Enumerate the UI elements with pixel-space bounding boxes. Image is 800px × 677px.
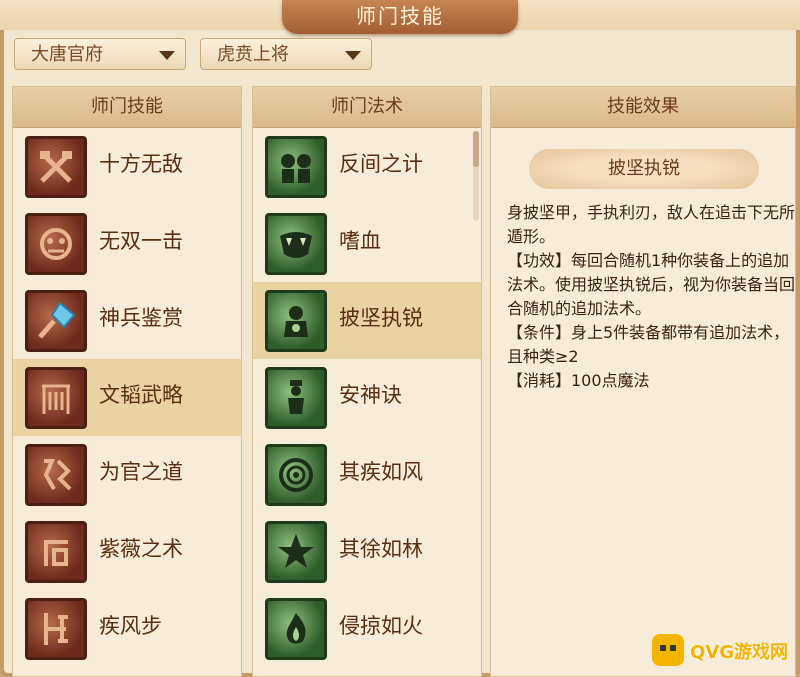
skill-item-3[interactable]: 神兵鉴赏 xyxy=(13,282,241,359)
spell-item-2[interactable]: 嗜血 xyxy=(253,205,481,282)
skill-item-label: 文韬武略 xyxy=(99,383,183,407)
spell-item-7[interactable]: 侵掠如火 xyxy=(253,590,481,667)
skill-item-label: 十方无敌 xyxy=(99,152,183,176)
spell-item-1[interactable]: 反间之计 xyxy=(253,128,481,205)
spell-item-4[interactable]: 安神诀 xyxy=(253,359,481,436)
site-watermark: QVG游戏网 xyxy=(648,628,800,674)
watermark-text: QVG游戏网 xyxy=(690,642,789,663)
skill-item-6[interactable]: 紫薇之术 xyxy=(13,513,241,590)
spell-item-label: 披坚执锐 xyxy=(339,306,423,330)
armored-figure-icon xyxy=(265,290,327,352)
description-line: 身披坚甲，手执利刃，敌人在追击下无所遁形。 xyxy=(507,203,796,246)
spell-item-label: 嗜血 xyxy=(339,229,381,253)
school-dropdown[interactable]: 大唐官府 xyxy=(14,38,186,70)
spell-item-6[interactable]: 其徐如林 xyxy=(253,513,481,590)
effect-panel: 技能效果 披坚执锐 身披坚甲，手执利刃，敌人在追击下无所遁形。 【功效】每回合随… xyxy=(490,86,796,677)
skills-panel-header: 师门技能 xyxy=(13,87,241,128)
skill-description: 身披坚甲，手执利刃，敌人在追击下无所遁形。 【功效】每回合随机1种你装备上的追加… xyxy=(507,201,797,393)
skills-panel: 师门技能 十方无敌 无双一击 神兵鉴赏 文韬武略 为官之道 紫薇之术 疾风步 xyxy=(12,86,242,677)
spell-item-label: 侵掠如火 xyxy=(339,614,423,638)
description-line: 【消耗】100点魔法 xyxy=(507,371,650,390)
meditating-figure-icon xyxy=(265,367,327,429)
skill-item-5[interactable]: 为官之道 xyxy=(13,436,241,513)
title-dropdown[interactable]: 虎贲上将 xyxy=(200,38,372,70)
skill-item-label: 疾风步 xyxy=(99,614,162,638)
spells-panel: 师门法术 反间之计 嗜血 披坚执锐 安神诀 其疾如风 其徐如林 侵掠如火 xyxy=(252,86,482,677)
spell-item-label: 其疾如风 xyxy=(339,460,423,484)
fire-glyph-icon xyxy=(265,598,327,660)
spell-item-label: 反间之计 xyxy=(339,152,423,176)
skill-item-label: 无双一击 xyxy=(99,229,183,253)
seal-icon xyxy=(25,444,87,506)
forest-star-icon xyxy=(265,521,327,583)
skill-item-label: 为官之道 xyxy=(99,460,183,484)
beast-face-icon xyxy=(25,213,87,275)
description-line: 【功效】每回合随机1种你装备上的追加法术。使用披坚执锐后，视为你装备当回合随机的… xyxy=(507,251,796,318)
wind-swirl-icon xyxy=(265,444,327,506)
description-line: 【条件】身上5件装备都带有追加法术，且种类≥2 xyxy=(507,323,790,366)
rune-icon xyxy=(25,521,87,583)
window-title: 师门技能 xyxy=(282,0,518,34)
spell-item-3[interactable]: 披坚执锐 xyxy=(253,282,481,359)
skill-item-label: 紫薇之术 xyxy=(99,537,183,561)
title-dropdown-value: 虎贲上将 xyxy=(217,44,289,65)
chevron-down-icon xyxy=(345,51,361,60)
skill-item-2[interactable]: 无双一击 xyxy=(13,205,241,282)
spell-item-5[interactable]: 其疾如风 xyxy=(253,436,481,513)
chevron-down-icon xyxy=(159,51,175,60)
skill-item-1[interactable]: 十方无敌 xyxy=(13,128,241,205)
spell-item-label: 其徐如林 xyxy=(339,537,423,561)
skill-item-7[interactable]: 疾风步 xyxy=(13,590,241,667)
spells-panel-header: 师门法术 xyxy=(253,87,481,128)
skill-item-4[interactable]: 文韬武略 xyxy=(13,359,241,436)
school-dropdown-value: 大唐官府 xyxy=(31,44,103,65)
skill-item-label: 神兵鉴赏 xyxy=(99,306,183,330)
selected-skill-name: 披坚执锐 xyxy=(529,149,759,189)
fangs-icon xyxy=(265,213,327,275)
spell-item-label: 安神诀 xyxy=(339,383,402,407)
gamepad-icon xyxy=(652,634,684,666)
gate-icon xyxy=(25,367,87,429)
gem-weapon-icon xyxy=(25,290,87,352)
crossed-axes-icon xyxy=(25,136,87,198)
footstep-icon xyxy=(25,598,87,660)
effect-panel-header: 技能效果 xyxy=(491,87,795,128)
two-heads-icon xyxy=(265,136,327,198)
